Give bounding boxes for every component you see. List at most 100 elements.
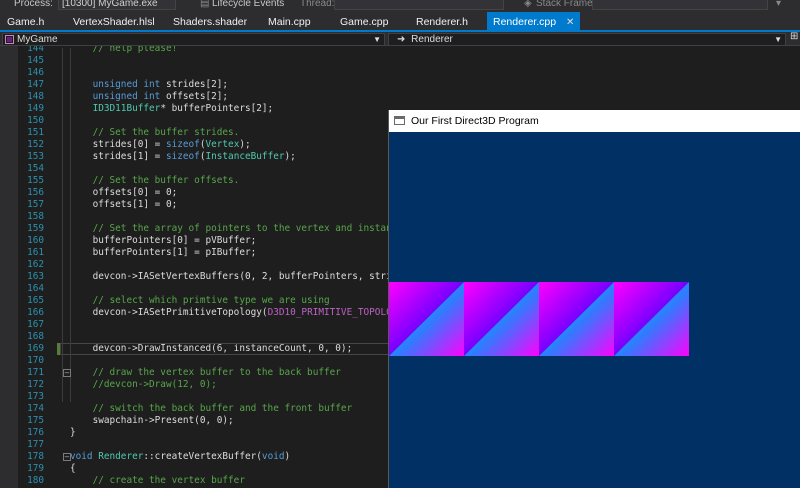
code-token: ) <box>284 451 291 462</box>
code-token: sizeof <box>165 151 200 162</box>
line-number: 171 <box>27 367 44 378</box>
code-token: unsigned <box>92 79 138 90</box>
code-line[interactable]: unsigned int offsets[2]; <box>70 91 228 103</box>
thread-dropdown[interactable] <box>334 0 504 10</box>
code-token: // select which primtive type we are usi… <box>70 295 330 306</box>
line-number: 175 <box>27 415 44 426</box>
line-number: 154 <box>27 163 44 174</box>
code-token: void <box>70 451 93 462</box>
code-line[interactable]: swapchain->Present(0, 0); <box>70 415 234 427</box>
app-window-title: Our First Direct3D Program <box>411 115 539 127</box>
code-token: InstanceBuffer <box>205 151 285 162</box>
code-token: bufferPointers[0] = pVBuffer; <box>70 235 257 246</box>
quad-instance <box>614 282 689 356</box>
code-token: offsets[0] = 0; <box>70 187 178 198</box>
change-indicator <box>57 343 60 355</box>
code-line[interactable]: devcon->IASetVertexBuffers(0, 2, bufferP… <box>70 271 409 283</box>
stack-frame-dropdown[interactable] <box>592 0 768 10</box>
tab-game-cpp[interactable]: Game.cpp <box>340 12 388 32</box>
split-window-icon[interactable]: ⊞ <box>790 31 798 42</box>
code-token: strides[2]; <box>160 79 229 90</box>
code-line[interactable]: // help please! <box>70 46 178 55</box>
line-number: 177 <box>27 439 44 450</box>
line-number: 150 <box>27 115 44 126</box>
code-token: // help please! <box>70 46 178 54</box>
code-token: // Set the buffer strides. <box>70 127 240 138</box>
code-line[interactable]: } <box>70 427 76 439</box>
stack-frame-icon: ◈ <box>524 0 532 9</box>
collapse-icon[interactable]: − <box>63 453 71 461</box>
code-line[interactable]: // Set the array of pointers to the vert… <box>70 223 403 235</box>
process-label: Process: <box>14 0 53 9</box>
code-line[interactable]: // draw the vertex buffer to the back bu… <box>70 367 341 379</box>
chevron-down-icon: ▼ <box>774 35 782 44</box>
code-line[interactable]: // Set the buffer offsets. <box>70 175 240 187</box>
code-line[interactable]: offsets[1] = 0; <box>70 199 178 211</box>
lifecycle-events-button[interactable]: Lifecycle Events <box>212 0 284 9</box>
navigation-bar: MyGame ▼ ➜ Renderer ▼ ⊞ <box>0 31 800 46</box>
tab-renderer-h[interactable]: Renderer.h <box>416 12 468 32</box>
code-token: ::createVertexBuffer( <box>143 451 262 462</box>
code-line[interactable]: // select which primtive type we are usi… <box>70 295 330 307</box>
scope-name: Renderer <box>411 34 453 45</box>
line-number: 174 <box>27 403 44 414</box>
app-window-titlebar[interactable]: Our First Direct3D Program <box>389 110 800 132</box>
code-line[interactable]: //devcon->Draw(12, 0); <box>70 379 217 391</box>
line-number: 166 <box>27 307 44 318</box>
code-line[interactable]: { <box>70 463 76 475</box>
code-token: ID3D11Buffer <box>92 103 161 114</box>
code-line[interactable]: // create the vertex buffer <box>70 475 245 487</box>
code-line[interactable]: strides[0] = sizeof(Vertex); <box>70 139 251 151</box>
process-dropdown[interactable]: [10300] MyGame.exe <box>58 0 176 10</box>
quad-instance <box>389 282 464 356</box>
toolbar-overflow-icon[interactable]: ▾ <box>776 0 781 9</box>
code-line[interactable]: bufferPointers[0] = pVBuffer; <box>70 235 257 247</box>
code-line[interactable]: // switch the back buffer and the front … <box>70 403 353 415</box>
line-number: 149 <box>27 103 44 114</box>
window-icon <box>394 116 405 125</box>
lifecycle-events-icon[interactable]: ▤ <box>200 0 209 9</box>
code-token: int <box>143 79 161 90</box>
line-number: 148 <box>27 91 44 102</box>
tab-game-h[interactable]: Game.h <box>7 12 44 32</box>
code-token: int <box>143 91 161 102</box>
code-line[interactable]: bufferPointers[1] = pIBuffer; <box>70 247 257 259</box>
scope-guide <box>70 48 71 402</box>
code-line[interactable]: ID3D11Buffer* bufferPointers[2]; <box>70 103 274 115</box>
direct3d-viewport[interactable] <box>389 132 800 488</box>
line-number: 172 <box>27 379 44 390</box>
line-number: 165 <box>27 295 44 306</box>
stack-frame-label: Stack Frame: <box>536 0 596 9</box>
code-line[interactable]: // Set the buffer strides. <box>70 127 240 139</box>
line-number: 176 <box>27 427 44 438</box>
line-number: 163 <box>27 271 44 282</box>
line-number: 169 <box>27 343 44 354</box>
instanced-quads <box>389 282 689 356</box>
code-token: // create the vertex buffer <box>70 475 245 486</box>
code-token: offsets[2]; <box>160 91 229 102</box>
code-token: swapchain->Present(0, 0); <box>70 415 234 426</box>
code-line[interactable]: strides[1] = sizeof(InstanceBuffer); <box>70 151 296 163</box>
code-line[interactable]: void Renderer::createVertexBuffer(void) <box>70 451 290 463</box>
code-line[interactable]: offsets[0] = 0; <box>70 187 178 199</box>
code-line[interactable]: devcon->IASetPrimitiveTopology(D3D10_PRI… <box>70 307 409 319</box>
tab-renderer-cpp[interactable]: Renderer.cpp ✕ <box>487 12 581 32</box>
thread-label: Thread: <box>300 0 335 9</box>
close-icon[interactable]: ✕ <box>566 17 574 28</box>
scope-guide <box>62 48 63 402</box>
code-token: ); <box>239 139 251 150</box>
line-number: 180 <box>27 475 44 486</box>
tab-main-cpp[interactable]: Main.cpp <box>268 12 311 32</box>
code-token: devcon->IASetVertexBuffers(0, 2, bufferP… <box>70 271 409 282</box>
code-line[interactable]: unsigned int strides[2]; <box>70 79 228 91</box>
scope-dropdown[interactable]: ➜ Renderer ▼ <box>388 33 786 46</box>
app-window[interactable]: Our First Direct3D Program <box>388 110 800 488</box>
collapse-icon[interactable]: − <box>63 369 71 377</box>
project-dropdown[interactable]: MyGame ▼ <box>2 33 385 46</box>
line-number: 156 <box>27 187 44 198</box>
code-token: // switch the back buffer and the front … <box>70 403 353 414</box>
tab-vertexshader-hlsl[interactable]: VertexShader.hlsl <box>73 12 155 32</box>
tab-shaders-shader[interactable]: Shaders.shader <box>173 12 247 32</box>
code-token: // Set the buffer offsets. <box>70 175 240 186</box>
